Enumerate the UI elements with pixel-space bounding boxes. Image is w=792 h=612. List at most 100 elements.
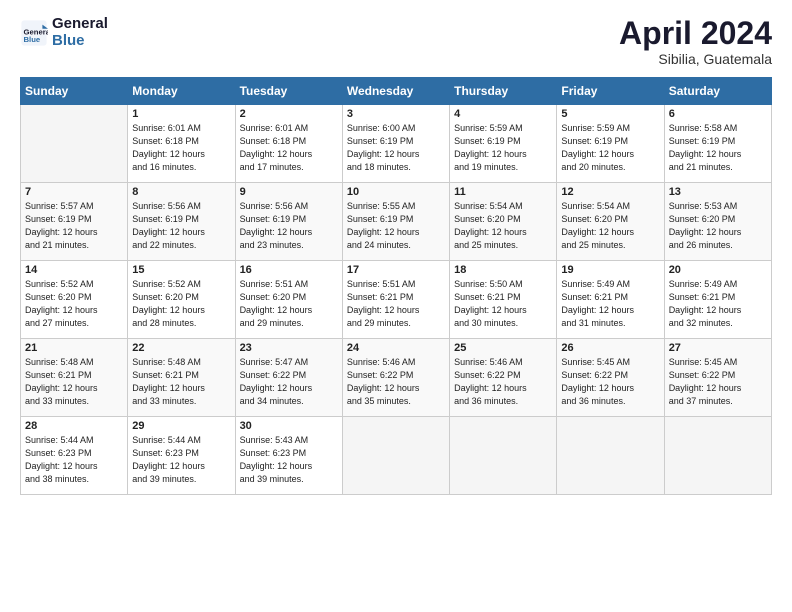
day-number: 12 [561, 186, 659, 198]
calendar-cell: 18 Sunrise: 5:50 AMSunset: 6:21 PMDayligh… [450, 261, 557, 339]
day-info: Sunrise: 5:48 AMSunset: 6:21 PMDaylight:… [132, 356, 230, 408]
day-number: 13 [669, 186, 767, 198]
day-number: 8 [132, 186, 230, 198]
day-info: Sunrise: 5:59 AMSunset: 6:19 PMDaylight:… [454, 122, 552, 174]
day-number: 22 [132, 342, 230, 354]
day-info: Sunrise: 5:47 AMSunset: 6:22 PMDaylight:… [240, 356, 338, 408]
calendar-cell: 2Sunrise: 6:01 AMSunset: 6:18 PMDaylight… [235, 105, 342, 183]
day-info: Sunrise: 5:44 AMSunset: 6:23 PMDaylight:… [132, 434, 230, 486]
header: General Blue General Blue April 2024 Sib… [20, 16, 772, 67]
calendar-cell: 7 Sunrise: 5:57 AMSunset: 6:19 PMDaylight… [21, 183, 128, 261]
calendar-cell [21, 105, 128, 183]
calendar-cell [557, 417, 664, 495]
day-number: 29 [132, 420, 230, 432]
day-info: Sunrise: 5:53 AMSunset: 6:20 PMDaylight:… [669, 200, 767, 252]
day-number: 28 [25, 420, 123, 432]
calendar-cell: 29 Sunrise: 5:44 AMSunset: 6:23 PMDayligh… [128, 417, 235, 495]
day-info: Sunrise: 5:50 AMSunset: 6:21 PMDaylight:… [454, 278, 552, 330]
day-number: 4 [454, 108, 552, 120]
day-info: Sunrise: 5:57 AMSunset: 6:19 PMDaylight:… [25, 200, 123, 252]
logo-icon: General Blue [20, 19, 48, 47]
day-number: 6 [669, 108, 767, 120]
calendar-week-4: 21 Sunrise: 5:48 AMSunset: 6:21 PMDayligh… [21, 339, 772, 417]
day-number: 16 [240, 264, 338, 276]
calendar-cell: 6 Sunrise: 5:58 AMSunset: 6:19 PMDaylight… [664, 105, 771, 183]
day-info: Sunrise: 5:43 AMSunset: 6:23 PMDaylight:… [240, 434, 338, 486]
calendar-week-3: 14 Sunrise: 5:52 AMSunset: 6:20 PMDayligh… [21, 261, 772, 339]
day-info: Sunrise: 5:54 AMSunset: 6:20 PMDaylight:… [454, 200, 552, 252]
location: Sibilia, Guatemala [619, 51, 772, 67]
day-number: 24 [347, 342, 445, 354]
day-info: Sunrise: 5:52 AMSunset: 6:20 PMDaylight:… [132, 278, 230, 330]
calendar-week-2: 7 Sunrise: 5:57 AMSunset: 6:19 PMDaylight… [21, 183, 772, 261]
title-block: April 2024 Sibilia, Guatemala [619, 16, 772, 67]
calendar-cell: 28 Sunrise: 5:44 AMSunset: 6:23 PMDayligh… [21, 417, 128, 495]
col-header-friday: Friday [557, 78, 664, 105]
calendar-cell [450, 417, 557, 495]
col-header-sunday: Sunday [21, 78, 128, 105]
calendar-cell: 3Sunrise: 6:00 AMSunset: 6:19 PMDaylight… [342, 105, 449, 183]
calendar-cell: 25 Sunrise: 5:46 AMSunset: 6:22 PMDayligh… [450, 339, 557, 417]
day-info: Sunrise: 5:51 AMSunset: 6:20 PMDaylight:… [240, 278, 338, 330]
day-number: 10 [347, 186, 445, 198]
day-number: 18 [454, 264, 552, 276]
day-number: 11 [454, 186, 552, 198]
day-info: Sunrise: 5:59 AMSunset: 6:19 PMDaylight:… [561, 122, 659, 174]
page: General Blue General Blue April 2024 Sib… [0, 0, 792, 612]
day-info: Sunrise: 5:58 AMSunset: 6:19 PMDaylight:… [669, 122, 767, 174]
calendar-cell: 13 Sunrise: 5:53 AMSunset: 6:20 PMDayligh… [664, 183, 771, 261]
day-info: Sunrise: 5:46 AMSunset: 6:22 PMDaylight:… [454, 356, 552, 408]
calendar-cell: 11 Sunrise: 5:54 AMSunset: 6:20 PMDayligh… [450, 183, 557, 261]
calendar-cell: 1 Sunrise: 6:01 AMSunset: 6:18 PMDaylight… [128, 105, 235, 183]
svg-text:Blue: Blue [24, 35, 41, 44]
calendar-cell: 19Sunrise: 5:49 AMSunset: 6:21 PMDayligh… [557, 261, 664, 339]
calendar-cell: 10 Sunrise: 5:55 AMSunset: 6:19 PMDayligh… [342, 183, 449, 261]
calendar-cell: 24 Sunrise: 5:46 AMSunset: 6:22 PMDayligh… [342, 339, 449, 417]
day-number: 14 [25, 264, 123, 276]
calendar-cell: 14 Sunrise: 5:52 AMSunset: 6:20 PMDayligh… [21, 261, 128, 339]
month-title: April 2024 [619, 16, 772, 51]
day-number: 21 [25, 342, 123, 354]
calendar-cell: 22 Sunrise: 5:48 AMSunset: 6:21 PMDayligh… [128, 339, 235, 417]
day-info: Sunrise: 5:56 AMSunset: 6:19 PMDaylight:… [240, 200, 338, 252]
calendar-cell [342, 417, 449, 495]
calendar-body: 1 Sunrise: 6:01 AMSunset: 6:18 PMDaylight… [21, 105, 772, 495]
day-number: 27 [669, 342, 767, 354]
day-info: Sunrise: 5:46 AMSunset: 6:22 PMDaylight:… [347, 356, 445, 408]
day-info: Sunrise: 5:44 AMSunset: 6:23 PMDaylight:… [25, 434, 123, 486]
day-info: Sunrise: 6:01 AMSunset: 6:18 PMDaylight:… [240, 122, 338, 174]
calendar-cell: 16 Sunrise: 5:51 AMSunset: 6:20 PMDayligh… [235, 261, 342, 339]
day-info: Sunrise: 5:48 AMSunset: 6:21 PMDaylight:… [25, 356, 123, 408]
calendar-cell: 8Sunrise: 5:56 AMSunset: 6:19 PMDaylight… [128, 183, 235, 261]
day-info: Sunrise: 5:55 AMSunset: 6:19 PMDaylight:… [347, 200, 445, 252]
day-info: Sunrise: 5:52 AMSunset: 6:20 PMDaylight:… [25, 278, 123, 330]
calendar-cell: 15Sunrise: 5:52 AMSunset: 6:20 PMDayligh… [128, 261, 235, 339]
calendar-cell [664, 417, 771, 495]
calendar-week-1: 1 Sunrise: 6:01 AMSunset: 6:18 PMDaylight… [21, 105, 772, 183]
calendar-cell: 12Sunrise: 5:54 AMSunset: 6:20 PMDayligh… [557, 183, 664, 261]
calendar-cell: 26Sunrise: 5:45 AMSunset: 6:22 PMDayligh… [557, 339, 664, 417]
col-header-wednesday: Wednesday [342, 78, 449, 105]
day-info: Sunrise: 6:01 AMSunset: 6:18 PMDaylight:… [132, 122, 230, 174]
day-number: 9 [240, 186, 338, 198]
day-number: 3 [347, 108, 445, 120]
day-number: 17 [347, 264, 445, 276]
col-header-tuesday: Tuesday [235, 78, 342, 105]
day-number: 1 [132, 108, 230, 120]
calendar-cell: 27 Sunrise: 5:45 AMSunset: 6:22 PMDayligh… [664, 339, 771, 417]
col-header-monday: Monday [128, 78, 235, 105]
day-info: Sunrise: 5:45 AMSunset: 6:22 PMDaylight:… [669, 356, 767, 408]
day-info: Sunrise: 5:45 AMSunset: 6:22 PMDaylight:… [561, 356, 659, 408]
col-header-thursday: Thursday [450, 78, 557, 105]
calendar-cell: 30Sunrise: 5:43 AMSunset: 6:23 PMDayligh… [235, 417, 342, 495]
day-number: 25 [454, 342, 552, 354]
day-number: 23 [240, 342, 338, 354]
calendar-cell: 9 Sunrise: 5:56 AMSunset: 6:19 PMDaylight… [235, 183, 342, 261]
calendar-cell: 4 Sunrise: 5:59 AMSunset: 6:19 PMDaylight… [450, 105, 557, 183]
day-number: 7 [25, 186, 123, 198]
calendar-week-5: 28 Sunrise: 5:44 AMSunset: 6:23 PMDayligh… [21, 417, 772, 495]
calendar-cell: 5 Sunrise: 5:59 AMSunset: 6:19 PMDaylight… [557, 105, 664, 183]
day-number: 20 [669, 264, 767, 276]
logo-blue: Blue [52, 33, 108, 50]
day-number: 5 [561, 108, 659, 120]
